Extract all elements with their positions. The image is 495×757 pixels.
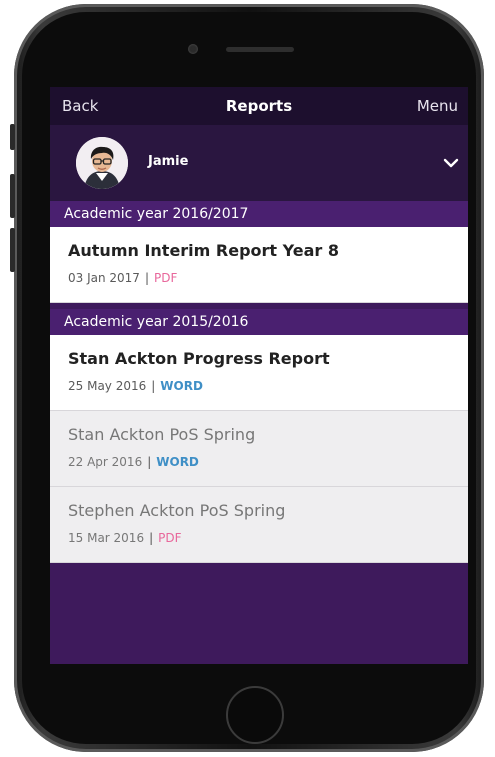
file-type-badge: WORD — [156, 455, 199, 469]
meta-separator: | — [144, 271, 149, 285]
front-camera — [188, 44, 198, 54]
file-type-badge: PDF — [153, 271, 178, 285]
report-meta: 03 Jan 2017 | PDF — [68, 271, 177, 285]
report-item[interactable]: Autumn Interim Report Year 8 03 Jan 2017… — [50, 227, 468, 303]
volume-down-button — [10, 228, 15, 272]
avatar — [76, 137, 128, 189]
report-date: 22 Apr 2016 — [68, 455, 143, 469]
menu-button[interactable]: Menu — [417, 97, 458, 115]
chevron-down-icon[interactable] — [442, 154, 460, 172]
app-screen: Back Reports Menu Jamie Academic year 20… — [50, 87, 468, 664]
volume-up-button — [10, 174, 15, 218]
report-title: Autumn Interim Report Year 8 — [68, 241, 339, 260]
meta-separator: | — [149, 531, 154, 545]
report-item[interactable]: Stan Ackton PoS Spring 22 Apr 2016 | WORD — [50, 411, 468, 487]
report-title: Stephen Ackton PoS Spring — [68, 501, 286, 520]
report-meta: 15 Mar 2016 | PDF — [68, 531, 182, 545]
report-meta: 25 May 2016 | WORD — [68, 379, 203, 393]
meta-separator: | — [147, 455, 152, 469]
report-meta: 22 Apr 2016 | WORD — [68, 455, 199, 469]
report-item[interactable]: Stan Ackton Progress Report 25 May 2016 |… — [50, 335, 468, 411]
student-selector[interactable]: Jamie — [50, 125, 468, 201]
file-type-badge: PDF — [158, 531, 182, 545]
page-title: Reports — [225, 97, 293, 115]
report-item[interactable]: Stephen Ackton PoS Spring 15 Mar 2016 | PD… — [50, 487, 468, 563]
section-header-2016-2017: Academic year 2016/2017 — [50, 201, 468, 227]
file-type-badge: WORD — [160, 379, 203, 393]
meta-separator: | — [151, 379, 156, 393]
report-date: 25 May 2016 — [68, 379, 147, 393]
section-header-2015-2016: Academic year 2015/2016 — [50, 309, 468, 335]
earpiece-speaker — [226, 47, 294, 52]
home-button[interactable] — [226, 686, 284, 744]
navigation-bar: Back Reports Menu — [50, 87, 468, 125]
report-date: 03 Jan 2017 — [68, 271, 140, 285]
mute-switch — [10, 124, 15, 150]
report-date: 15 Mar 2016 — [68, 531, 145, 545]
student-name: Jamie — [148, 154, 189, 169]
report-title: Stan Ackton PoS Spring — [68, 425, 256, 444]
report-title: Stan Ackton Progress Report — [68, 349, 330, 368]
